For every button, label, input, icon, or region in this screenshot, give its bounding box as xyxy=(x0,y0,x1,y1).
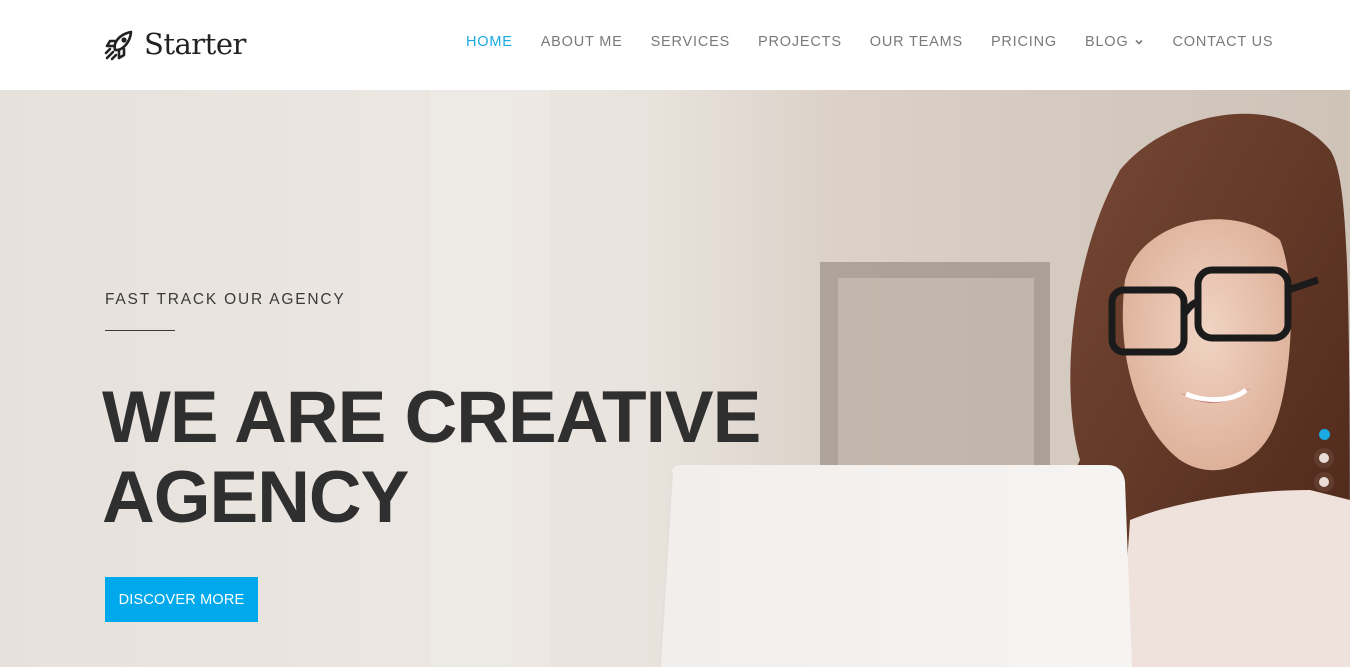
slider-pagination xyxy=(1314,424,1334,496)
brand-name: Starter xyxy=(144,27,246,61)
nav-item-blog-label: BLOG xyxy=(1084,34,1129,50)
rocket-icon xyxy=(104,30,133,61)
nav-item-home[interactable]: HOME xyxy=(466,32,513,52)
nav-item-contact-us[interactable]: CONTACT US xyxy=(1172,32,1273,52)
slider-dot-1[interactable] xyxy=(1314,424,1334,444)
hero-slider: FAST TRACK OUR AGENCY WE ARE CREATIVE AG… xyxy=(0,90,1350,667)
nav-item-pricing[interactable]: PRICING xyxy=(991,32,1057,52)
slider-dot-3[interactable] xyxy=(1314,472,1334,492)
hero-kicker: FAST TRACK OUR AGENCY xyxy=(105,291,346,308)
kicker-divider xyxy=(105,330,175,331)
hero-headline-line-1: WE ARE CREATIVE xyxy=(102,377,761,458)
nav-item-about-me[interactable]: ABOUT ME xyxy=(541,32,623,52)
site-header: Starter HOME ABOUT ME SERVICES PROJECTS … xyxy=(0,0,1350,90)
slider-dot-2[interactable] xyxy=(1314,448,1334,468)
brand-logo[interactable]: Starter xyxy=(104,24,246,64)
nav-item-services[interactable]: SERVICES xyxy=(651,32,730,52)
discover-more-button[interactable]: DISCOVER MORE xyxy=(105,577,258,622)
hero-headline-line-2: AGENCY xyxy=(102,457,409,538)
nav-item-projects[interactable]: PROJECTS xyxy=(758,32,842,52)
main-nav: HOME ABOUT ME SERVICES PROJECTS OUR TEAM… xyxy=(466,32,1273,52)
nav-item-our-teams[interactable]: OUR TEAMS xyxy=(870,32,963,52)
nav-item-blog[interactable]: BLOG xyxy=(1085,32,1145,52)
hero-headline: WE ARE CREATIVE AGENCY xyxy=(102,377,761,538)
chevron-down-icon xyxy=(1135,39,1144,45)
